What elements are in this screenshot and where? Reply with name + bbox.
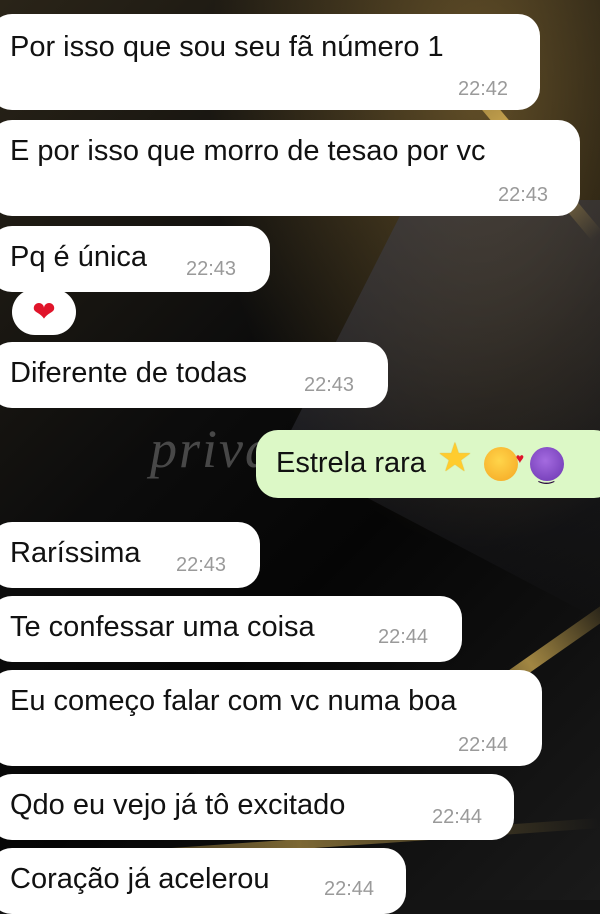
message-timestamp: 22:43 (304, 374, 355, 396)
message-text-content: Estrela rara (276, 447, 426, 479)
message-text: Qdo eu vejo já tô excitado (10, 789, 346, 821)
message-bubble[interactable]: Raríssima 22:43 (0, 522, 260, 588)
message-text: Pq é única (10, 241, 148, 273)
message-bubble[interactable]: Por isso que sou seu fã número 1 22:42 (0, 14, 540, 110)
message-text: Raríssima (10, 537, 141, 569)
star-emoji-icon (437, 441, 473, 481)
message-bubble[interactable]: Eu começo falar com vc numa boa 22:44 (0, 670, 542, 766)
message-bubble[interactable]: Te confessar uma coisa 22:44 (0, 596, 462, 662)
message-timestamp: 22:43 (186, 258, 237, 280)
message-text: Estrela rara (276, 441, 565, 491)
message-timestamp: 22:44 (378, 626, 429, 648)
message-bubble[interactable]: Coração já acelerou 22:44 (0, 848, 406, 914)
message-timestamp: 22:44 (458, 734, 509, 756)
message-text: Te confessar uma coisa (10, 611, 315, 643)
heart-emoji-icon: ❤ (32, 296, 56, 327)
message-timestamp: 22:43 (498, 184, 549, 206)
message-text: Diferente de todas (10, 357, 247, 389)
message-reaction[interactable]: ❤ (12, 289, 76, 335)
message-timestamp: 22:44 (324, 878, 375, 900)
outgoing-message-bubble[interactable]: Estrela rara (256, 430, 600, 498)
message-bubble[interactable]: Pq é única 22:43 (0, 226, 270, 292)
message-text: Por isso que sou seu fã número 1 (10, 31, 444, 63)
message-bubble[interactable]: Qdo eu vejo já tô excitado 22:44 (0, 774, 514, 840)
message-bubble[interactable]: E por isso que morro de tesao por vc 22:… (0, 120, 580, 216)
message-timestamp: 22:43 (176, 554, 227, 576)
message-timestamp: 22:44 (432, 806, 483, 828)
message-text: E por isso que morro de tesao por vc (10, 135, 486, 167)
smiling-face-with-hearts-emoji-icon (484, 441, 524, 482)
message-timestamp: 22:42 (458, 78, 509, 100)
message-text: Eu começo falar com vc numa boa (10, 685, 457, 717)
message-text: Coração já acelerou (10, 863, 270, 895)
message-bubble[interactable]: Diferente de todas 22:43 (0, 342, 388, 408)
smiling-devil-emoji-icon (530, 447, 565, 491)
